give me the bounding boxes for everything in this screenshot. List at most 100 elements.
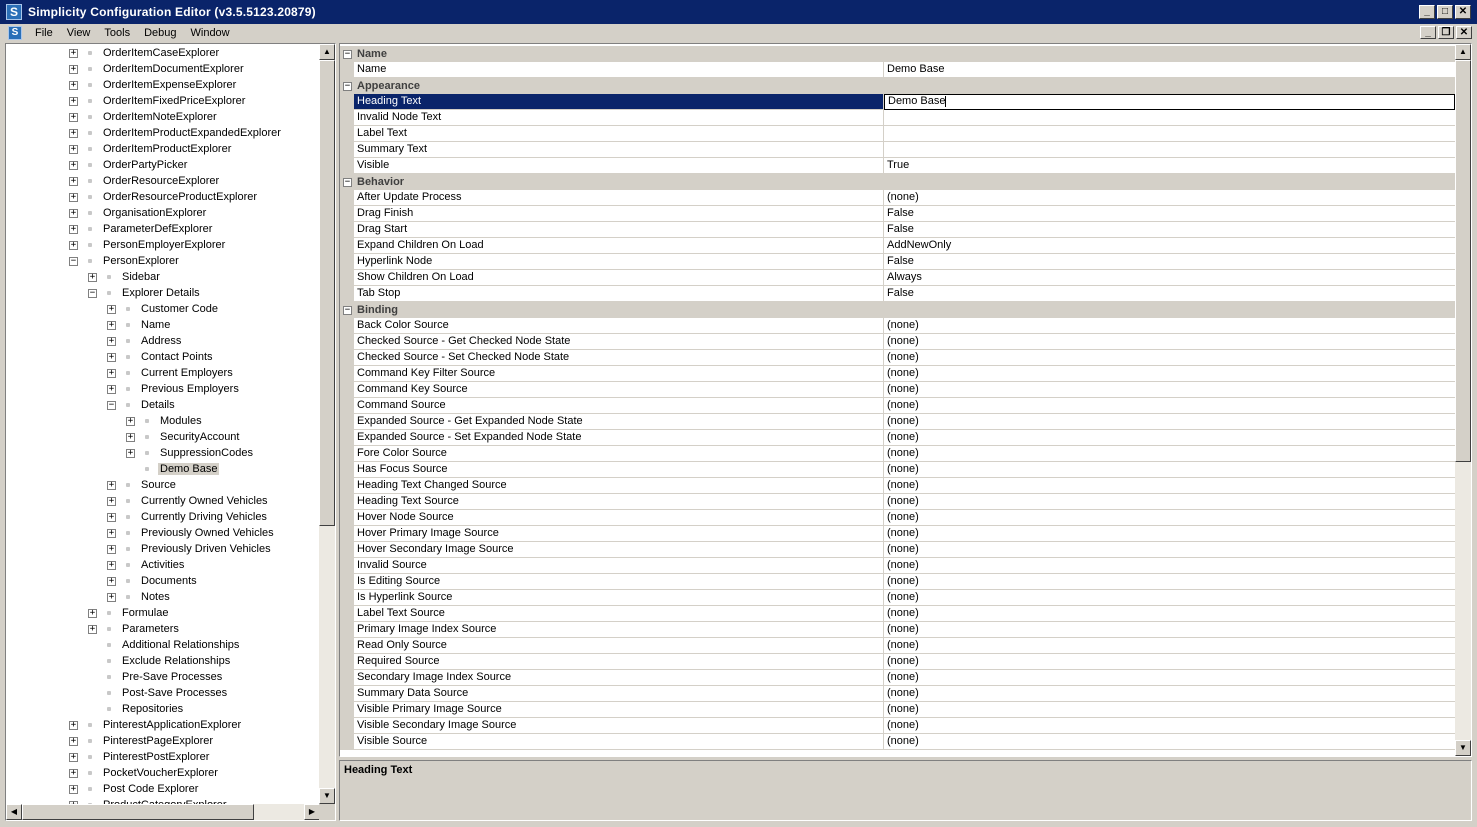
property-row[interactable]: Command Source (none) [340,398,1455,414]
property-name[interactable]: After Update Process [354,190,884,206]
collapse-icon[interactable]: − [343,305,352,315]
property-row[interactable]: Heading Text Demo Base [340,94,1455,110]
property-row[interactable]: Tab Stop False [340,286,1455,302]
property-name[interactable]: Show Children On Load [354,270,884,286]
tree-node-label[interactable]: OrderPartyPicker [101,159,189,171]
property-vertical-scrollbar[interactable]: ▲ ▼ [1455,44,1471,756]
tree-node[interactable]: + Post Code Explorer [69,781,200,797]
tree-node-label[interactable]: Previously Owned Vehicles [139,527,276,539]
property-row[interactable]: Drag Finish False [340,206,1455,222]
tree-node[interactable]: − PersonExplorer [69,253,181,269]
property-value[interactable]: (none) [884,190,1455,206]
tree-node-label[interactable]: OrderItemDocumentExplorer [101,63,246,75]
property-name[interactable]: Expanded Source - Set Expanded Node Stat… [354,430,884,446]
property-row[interactable]: Hover Node Source (none) [340,510,1455,526]
tree-node-label[interactable]: OrderItemNoteExplorer [101,111,219,123]
collapse-icon[interactable]: − [69,256,78,266]
property-value[interactable]: (none) [884,558,1455,574]
tree-node-label[interactable]: PinterestApplicationExplorer [101,719,243,731]
property-name[interactable]: Heading Text [354,94,884,110]
property-value[interactable]: (none) [884,622,1455,638]
tree-node[interactable]: + Formulae [88,605,170,621]
expand-icon[interactable]: + [107,352,116,362]
property-name[interactable]: Visible Primary Image Source [354,702,884,718]
tree-node-label[interactable]: OrderItemFixedPriceExplorer [101,95,247,107]
expand-icon[interactable]: + [69,144,78,154]
property-row[interactable]: Required Source (none) [340,654,1455,670]
tree-node-label[interactable]: OrderItemExpenseExplorer [101,79,238,91]
tree-node-label[interactable]: Contact Points [139,351,215,363]
tree-node-label[interactable]: Post-Save Processes [120,687,229,699]
expand-icon[interactable]: + [107,576,116,586]
tree-node-label[interactable]: Parameters [120,623,181,635]
expand-icon[interactable]: + [107,528,116,538]
property-value[interactable]: (none) [884,590,1455,606]
tree-node[interactable]: + Contact Points [107,349,215,365]
property-value[interactable]: (none) [884,526,1455,542]
expand-icon[interactable]: + [107,336,116,346]
tree-node[interactable]: Repositories [88,701,185,717]
app-icon[interactable]: S [6,4,22,20]
expand-icon[interactable]: + [69,208,78,218]
property-row[interactable]: Expanded Source - Get Expanded Node Stat… [340,414,1455,430]
tree-node[interactable]: + OrderItemFixedPriceExplorer [69,93,247,109]
property-name[interactable]: Visible Source [354,734,884,750]
property-row[interactable]: Visible Primary Image Source (none) [340,702,1455,718]
collapse-icon[interactable]: − [343,49,352,59]
property-name[interactable]: Invalid Node Text [354,110,884,126]
property-name[interactable]: Visible Secondary Image Source [354,718,884,734]
property-value[interactable]: (none) [884,350,1455,366]
tree-node[interactable]: + OrderItemCaseExplorer [69,45,221,61]
document-close-button[interactable]: ✕ [1456,26,1472,39]
expand-icon[interactable]: + [107,592,116,602]
scroll-right-icon[interactable]: ▶ [304,804,320,820]
expand-icon[interactable]: + [107,480,116,490]
property-row[interactable]: Back Color Source (none) [340,318,1455,334]
tree-node[interactable]: + OrderItemNoteExplorer [69,109,219,125]
property-scroll-thumb[interactable] [1455,60,1471,462]
property-value[interactable]: (none) [884,574,1455,590]
tree-node-label[interactable]: Explorer Details [120,287,202,299]
property-name[interactable]: Heading Text Source [354,494,884,510]
collapse-icon[interactable]: − [343,177,352,187]
tree-node-label[interactable]: Repositories [120,703,185,715]
property-row[interactable]: Label Text Source (none) [340,606,1455,622]
property-row[interactable]: Command Key Source (none) [340,382,1455,398]
expand-icon[interactable]: + [107,320,116,330]
property-row[interactable]: Read Only Source (none) [340,638,1455,654]
tree-node[interactable]: + Activities [107,557,186,573]
tree-node-label[interactable]: ParameterDefExplorer [101,223,214,235]
property-row[interactable]: Command Key Filter Source (none) [340,366,1455,382]
property-row[interactable]: Show Children On Load Always [340,270,1455,286]
scroll-down-icon[interactable]: ▼ [1455,740,1471,756]
property-category[interactable]: − Appearance [340,78,1455,94]
property-value[interactable]: (none) [884,718,1455,734]
tree-node[interactable]: + Customer Code [107,301,220,317]
tree-node-label[interactable]: PinterestPageExplorer [101,735,215,747]
tree-node-label[interactable]: Documents [139,575,199,587]
tree-node-label[interactable]: Address [139,335,183,347]
property-row[interactable]: Summary Text [340,142,1455,158]
expand-icon[interactable]: + [107,560,116,570]
tree-node[interactable]: + Documents [107,573,199,589]
tree-node-label[interactable]: OrderItemProductExplorer [101,143,233,155]
tree-node-label[interactable]: PocketVoucherExplorer [101,767,220,779]
property-row[interactable]: Invalid Node Text [340,110,1455,126]
property-value[interactable]: (none) [884,430,1455,446]
property-value[interactable]: (none) [884,670,1455,686]
tree-node[interactable]: + Previous Employers [107,381,241,397]
property-name[interactable]: Has Focus Source [354,462,884,478]
tree-node[interactable]: + ParameterDefExplorer [69,221,214,237]
tree-node[interactable]: Post-Save Processes [88,685,229,701]
tree-node[interactable]: + OrderItemExpenseExplorer [69,77,238,93]
scroll-up-icon[interactable]: ▲ [319,44,335,60]
property-row[interactable]: Hover Secondary Image Source (none) [340,542,1455,558]
property-name[interactable]: Read Only Source [354,638,884,654]
expand-icon[interactable]: + [69,128,78,138]
tree-node[interactable]: + Address [107,333,183,349]
property-name[interactable]: Is Editing Source [354,574,884,590]
tree-node[interactable]: + PinterestPageExplorer [69,733,215,749]
expand-icon[interactable]: + [69,240,78,250]
expand-icon[interactable]: + [69,96,78,106]
expand-icon[interactable]: + [107,384,116,394]
